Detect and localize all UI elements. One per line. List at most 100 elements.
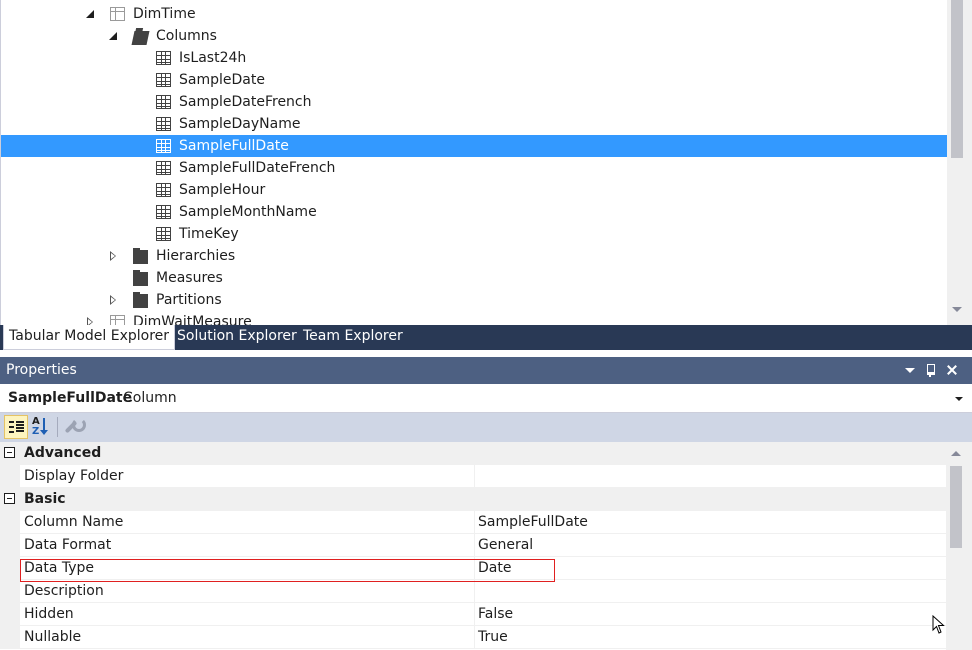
explorer-tab-strip: Tabular Model Explorer Solution Explorer…: [0, 325, 972, 350]
tree-item-label: DimTime: [133, 6, 196, 22]
properties-title-bar: Properties: [0, 357, 972, 384]
category-label: Basic: [24, 491, 66, 507]
property-value[interactable]: True: [475, 626, 946, 649]
property-value[interactable]: SampleFullDate: [475, 511, 946, 534]
property-row-description[interactable]: Description: [0, 580, 946, 603]
mouse-cursor-icon: [932, 615, 945, 634]
tree-item-hierarchies[interactable]: Hierarchies: [1, 245, 947, 267]
collapse-arrow-icon[interactable]: [84, 3, 98, 25]
tree-item-samplefulldatefrench[interactable]: SampleFullDateFrench: [1, 157, 947, 179]
tree-item-label: TimeKey: [179, 226, 239, 242]
tree-item-samplefulldate[interactable]: SampleFullDate: [1, 135, 947, 157]
object-name: SampleFullDate: [8, 390, 133, 406]
expand-arrow-icon[interactable]: [107, 245, 121, 267]
property-row-display-folder[interactable]: Display Folder: [0, 465, 946, 488]
row-gutter: [0, 603, 20, 626]
property-name: Description: [20, 580, 475, 603]
tabular-model-explorer: DimTime Columns IsLast24h SampleDate SampleD…: [0, 0, 972, 325]
property-name: Column Name: [20, 511, 475, 534]
scroll-up-icon[interactable]: [951, 451, 961, 456]
tree-item-samplehour[interactable]: SampleHour: [1, 179, 947, 201]
expand-arrow-icon[interactable]: [84, 311, 98, 325]
properties-title: Properties: [6, 362, 77, 378]
column-icon: [156, 117, 171, 131]
column-icon: [156, 73, 171, 87]
folder-icon: [133, 270, 148, 286]
property-grid-scrollbar[interactable]: [946, 442, 972, 650]
property-name: Data Format: [20, 534, 475, 557]
sort-z-glyph: Z: [32, 426, 40, 437]
object-selector[interactable]: SampleFullDate Column: [0, 384, 972, 413]
scroll-down-icon[interactable]: [952, 307, 962, 312]
property-value[interactable]: General: [475, 534, 946, 557]
close-icon[interactable]: [944, 362, 960, 378]
table-icon: [110, 315, 125, 325]
property-row-column-name[interactable]: Column Name SampleFullDate: [0, 511, 946, 534]
property-value[interactable]: [475, 465, 946, 488]
tree-item-sampledate[interactable]: SampleDate: [1, 69, 947, 91]
tree-item-sampledayname[interactable]: SampleDayName: [1, 113, 947, 135]
property-row-nullable[interactable]: Nullable True: [0, 626, 946, 649]
collapse-toggle-icon[interactable]: [4, 493, 15, 504]
row-gutter: [0, 580, 20, 603]
tab-solution-explorer[interactable]: Solution Explorer: [172, 325, 302, 347]
tree-item-label: SampleFullDate: [179, 138, 289, 154]
property-row-data-format[interactable]: Data Format General: [0, 534, 946, 557]
tree-item-dimtime[interactable]: DimTime: [1, 3, 947, 25]
property-value[interactable]: False: [475, 603, 946, 626]
row-gutter: [0, 626, 20, 649]
tree-item-sampledatefrench[interactable]: SampleDateFrench: [1, 91, 947, 113]
column-icon: [156, 161, 171, 175]
column-icon: [156, 95, 171, 109]
tab-tabular-model-explorer[interactable]: Tabular Model Explorer: [3, 325, 176, 350]
property-value[interactable]: Date: [475, 557, 946, 580]
table-icon: [110, 7, 125, 21]
tree-item-label: Columns: [156, 28, 217, 44]
pin-icon[interactable]: [922, 362, 938, 378]
column-icon: [156, 183, 171, 197]
toolbar-separator: [57, 417, 58, 437]
chevron-down-icon[interactable]: [955, 397, 963, 401]
column-icon: [156, 205, 171, 219]
category-basic[interactable]: Basic: [0, 488, 946, 511]
properties-toolbar: A Z: [0, 413, 972, 442]
property-value[interactable]: [475, 580, 946, 603]
row-gutter: [0, 511, 20, 534]
tree-item-partitions[interactable]: Partitions: [1, 289, 947, 311]
expand-arrow-icon[interactable]: [107, 289, 121, 311]
tree-item-samplemonthname[interactable]: SampleMonthName: [1, 201, 947, 223]
tree-item-islast24h[interactable]: IsLast24h: [1, 47, 947, 69]
tree-item-label: SampleDayName: [179, 116, 301, 132]
tree-item-measures[interactable]: Measures: [1, 267, 947, 289]
column-icon: [156, 51, 171, 65]
tree-item-timekey[interactable]: TimeKey: [1, 223, 947, 245]
sort-arrow-icon: [40, 418, 48, 435]
property-grid-scrollbar-thumb[interactable]: [950, 466, 962, 548]
property-name: Data Type: [20, 557, 475, 580]
collapse-toggle-icon[interactable]: [4, 447, 15, 458]
tree-item-dimwaitmeasure[interactable]: DimWaitMeasure: [1, 311, 947, 325]
tree-scrollbar[interactable]: [947, 0, 972, 325]
tree-item-label: SampleDateFrench: [179, 94, 312, 110]
tree-item-label: IsLast24h: [179, 50, 247, 66]
tree-item-label: SampleHour: [179, 182, 266, 198]
category-label: Advanced: [24, 445, 102, 461]
property-grid: Advanced Display Folder Basic Column Name Sa…: [0, 442, 946, 650]
tree-item-label: SampleMonthName: [179, 204, 317, 220]
property-row-hidden[interactable]: Hidden False: [0, 603, 946, 626]
collapse-arrow-icon[interactable]: [107, 25, 121, 47]
category-advanced[interactable]: Advanced: [0, 442, 946, 465]
categorized-button[interactable]: [4, 415, 28, 439]
tree-item-label: Hierarchies: [156, 248, 236, 264]
property-row-data-type[interactable]: Data Type Date: [0, 557, 946, 580]
property-pages-wrench-icon[interactable]: [60, 415, 86, 439]
tree-item-columns[interactable]: Columns: [1, 25, 947, 47]
folder-icon: [133, 248, 148, 264]
property-name: Nullable: [20, 626, 475, 649]
tree-item-label: SampleFullDateFrench: [179, 160, 336, 176]
window-position-dropdown-icon[interactable]: [902, 362, 918, 378]
tree-scrollbar-thumb[interactable]: [951, 0, 963, 158]
row-gutter: [0, 465, 20, 488]
alphabetical-button[interactable]: A Z: [29, 415, 53, 439]
tab-team-explorer[interactable]: Team Explorer: [298, 325, 408, 347]
